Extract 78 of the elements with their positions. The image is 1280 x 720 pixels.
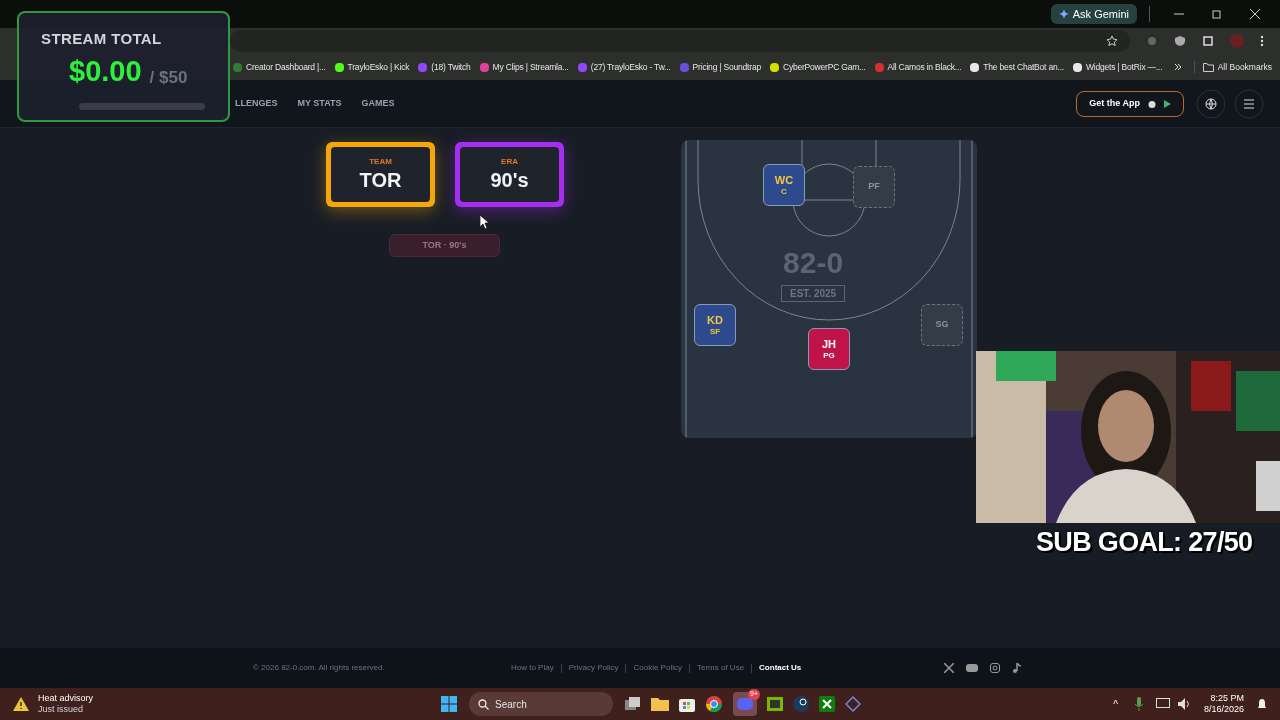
cursor-icon (480, 215, 490, 229)
bookmark-link[interactable]: Creator Dashboard |... (233, 60, 326, 74)
star-icon[interactable] (1106, 35, 1118, 47)
play-icon (1164, 99, 1171, 108)
graphics-icon[interactable] (767, 697, 784, 711)
footer-link[interactable]: Cookie Policy (633, 662, 682, 674)
warning-icon (12, 696, 30, 712)
microphone-icon[interactable] (1133, 697, 1144, 711)
player-initials: KD (707, 314, 723, 326)
footer-link[interactable]: Terms of Use (696, 662, 745, 674)
sub-goal-text: SUB GOAL: 27/50 (1036, 526, 1253, 559)
task-view-icon[interactable] (625, 697, 642, 711)
network-icon[interactable] (1155, 698, 1170, 710)
speaker-icon[interactable] (1177, 698, 1192, 710)
weather-subtitle[interactable]: Just issued (38, 704, 94, 716)
player-position: C (781, 187, 787, 196)
copyright-text: © 2026 82-0.com. All rights reserved. (253, 662, 386, 674)
nav-link[interactable]: GAMES (361, 96, 395, 111)
music-note-icon[interactable] (1012, 663, 1022, 673)
ask-gemini-button[interactable]: Ask Gemini (1050, 4, 1137, 24)
pick-label: ERA (501, 156, 518, 168)
weather-title[interactable]: Heat advisory (38, 692, 94, 704)
restore-icon[interactable] (1212, 9, 1222, 19)
bookmark-link[interactable]: All Camos in Black... (874, 60, 962, 74)
camera-icon[interactable] (990, 663, 1000, 673)
player-tile[interactable]: KD SF (694, 304, 736, 346)
footer-link[interactable]: Contact Us (759, 662, 802, 674)
bell-icon[interactable] (1256, 698, 1268, 710)
menu-icon[interactable] (1234, 88, 1264, 119)
goal-text: / $50 (149, 69, 188, 86)
watermark-subtitle: EST. 2025 (781, 285, 846, 302)
footer-link[interactable]: How to Play (511, 662, 554, 674)
bookmark-link[interactable]: Pricing | Soundtrap (679, 60, 761, 74)
nav-link[interactable]: LLENGES (235, 96, 278, 111)
pick-card[interactable]: ERA 90's (455, 142, 564, 207)
x-logo-icon[interactable] (944, 663, 954, 673)
bookmark-link[interactable]: CyberPowerPC Gam... (769, 60, 866, 74)
pick-value: 90's (490, 168, 529, 193)
diamond-icon[interactable] (845, 696, 862, 712)
pick-value: TOR (359, 168, 402, 193)
bookmark-link[interactable]: (27) TrayloEsko - Tw... (577, 60, 671, 74)
chevron-icon[interactable] (1173, 63, 1182, 71)
windows-icon[interactable] (441, 696, 458, 712)
panel-title: STREAM TOTAL (41, 29, 162, 49)
footer-link[interactable]: Privacy Policy (568, 662, 619, 674)
all-bookmarks-button[interactable]: All Bookmarks (1193, 60, 1272, 74)
bookmark-link[interactable]: Widgets | BotRix —... (1073, 60, 1163, 74)
clock-date[interactable]: 8/16/2026 (1203, 704, 1244, 716)
store-icon[interactable] (679, 696, 696, 712)
player-position: PG (823, 351, 835, 360)
empty-slot[interactable]: PF (853, 166, 895, 208)
bookmark-link[interactable]: TrayloEsko | Kick (334, 60, 410, 74)
pick-label: TEAM (369, 156, 392, 168)
player-tile[interactable]: JH PG (808, 328, 850, 370)
search-icon (478, 699, 490, 710)
player-initials: WC (774, 174, 794, 186)
search-field[interactable]: Search (469, 692, 614, 716)
bookmark-link[interactable]: My Clips | Streamla... (479, 60, 569, 74)
player-initials: JH (821, 338, 837, 350)
shield-icon[interactable] (1174, 35, 1186, 47)
globe-icon[interactable] (1196, 88, 1226, 119)
folder-icon (1202, 62, 1214, 72)
bookmark-link[interactable]: The best ChatBot an... (970, 60, 1064, 74)
pick-card[interactable]: TEAM TOR (326, 142, 435, 207)
sparkle-icon (1058, 9, 1069, 19)
clock-time[interactable]: 8:25 PM (1210, 692, 1244, 704)
bookmark-link[interactable]: (18) Twitch (418, 60, 471, 74)
nav-link[interactable]: MY STATS (297, 96, 342, 111)
folder-icon[interactable] (651, 697, 670, 711)
player-tile[interactable]: WC C (763, 164, 805, 206)
get-app-button[interactable]: Get the App (1076, 90, 1184, 117)
player-position: SF (709, 327, 721, 336)
empty-slot[interactable]: SG (921, 304, 963, 346)
amount-text: $0.00 (69, 57, 142, 86)
menu-icon[interactable] (1260, 35, 1264, 47)
close-icon[interactable] (1250, 9, 1260, 19)
browser-icon[interactable] (705, 695, 724, 713)
tray-caret[interactable]: ^ (1113, 696, 1118, 712)
